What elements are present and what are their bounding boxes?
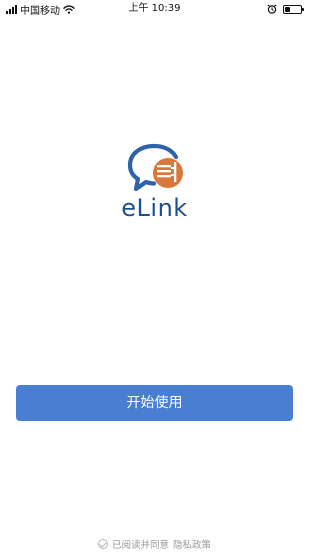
start-button[interactable]: 开始使用 (16, 385, 293, 421)
alarm-icon (267, 4, 277, 14)
status-bar: 中国移动 上午 10:39 (0, 0, 309, 18)
battery-icon (283, 4, 304, 14)
logo-wordmark: eLink (121, 194, 188, 222)
elink-logo-icon (127, 143, 183, 192)
check-circle-icon[interactable] (97, 539, 108, 549)
privacy-policy-link[interactable]: 隐私政策 (173, 537, 211, 551)
privacy-agreed-text: 已阅读并同意 (111, 540, 169, 551)
battery-level (285, 6, 290, 12)
app-logo: eLink (0, 140, 309, 240)
status-time: 上午 10:39 (128, 3, 181, 14)
status-right (267, 2, 304, 16)
